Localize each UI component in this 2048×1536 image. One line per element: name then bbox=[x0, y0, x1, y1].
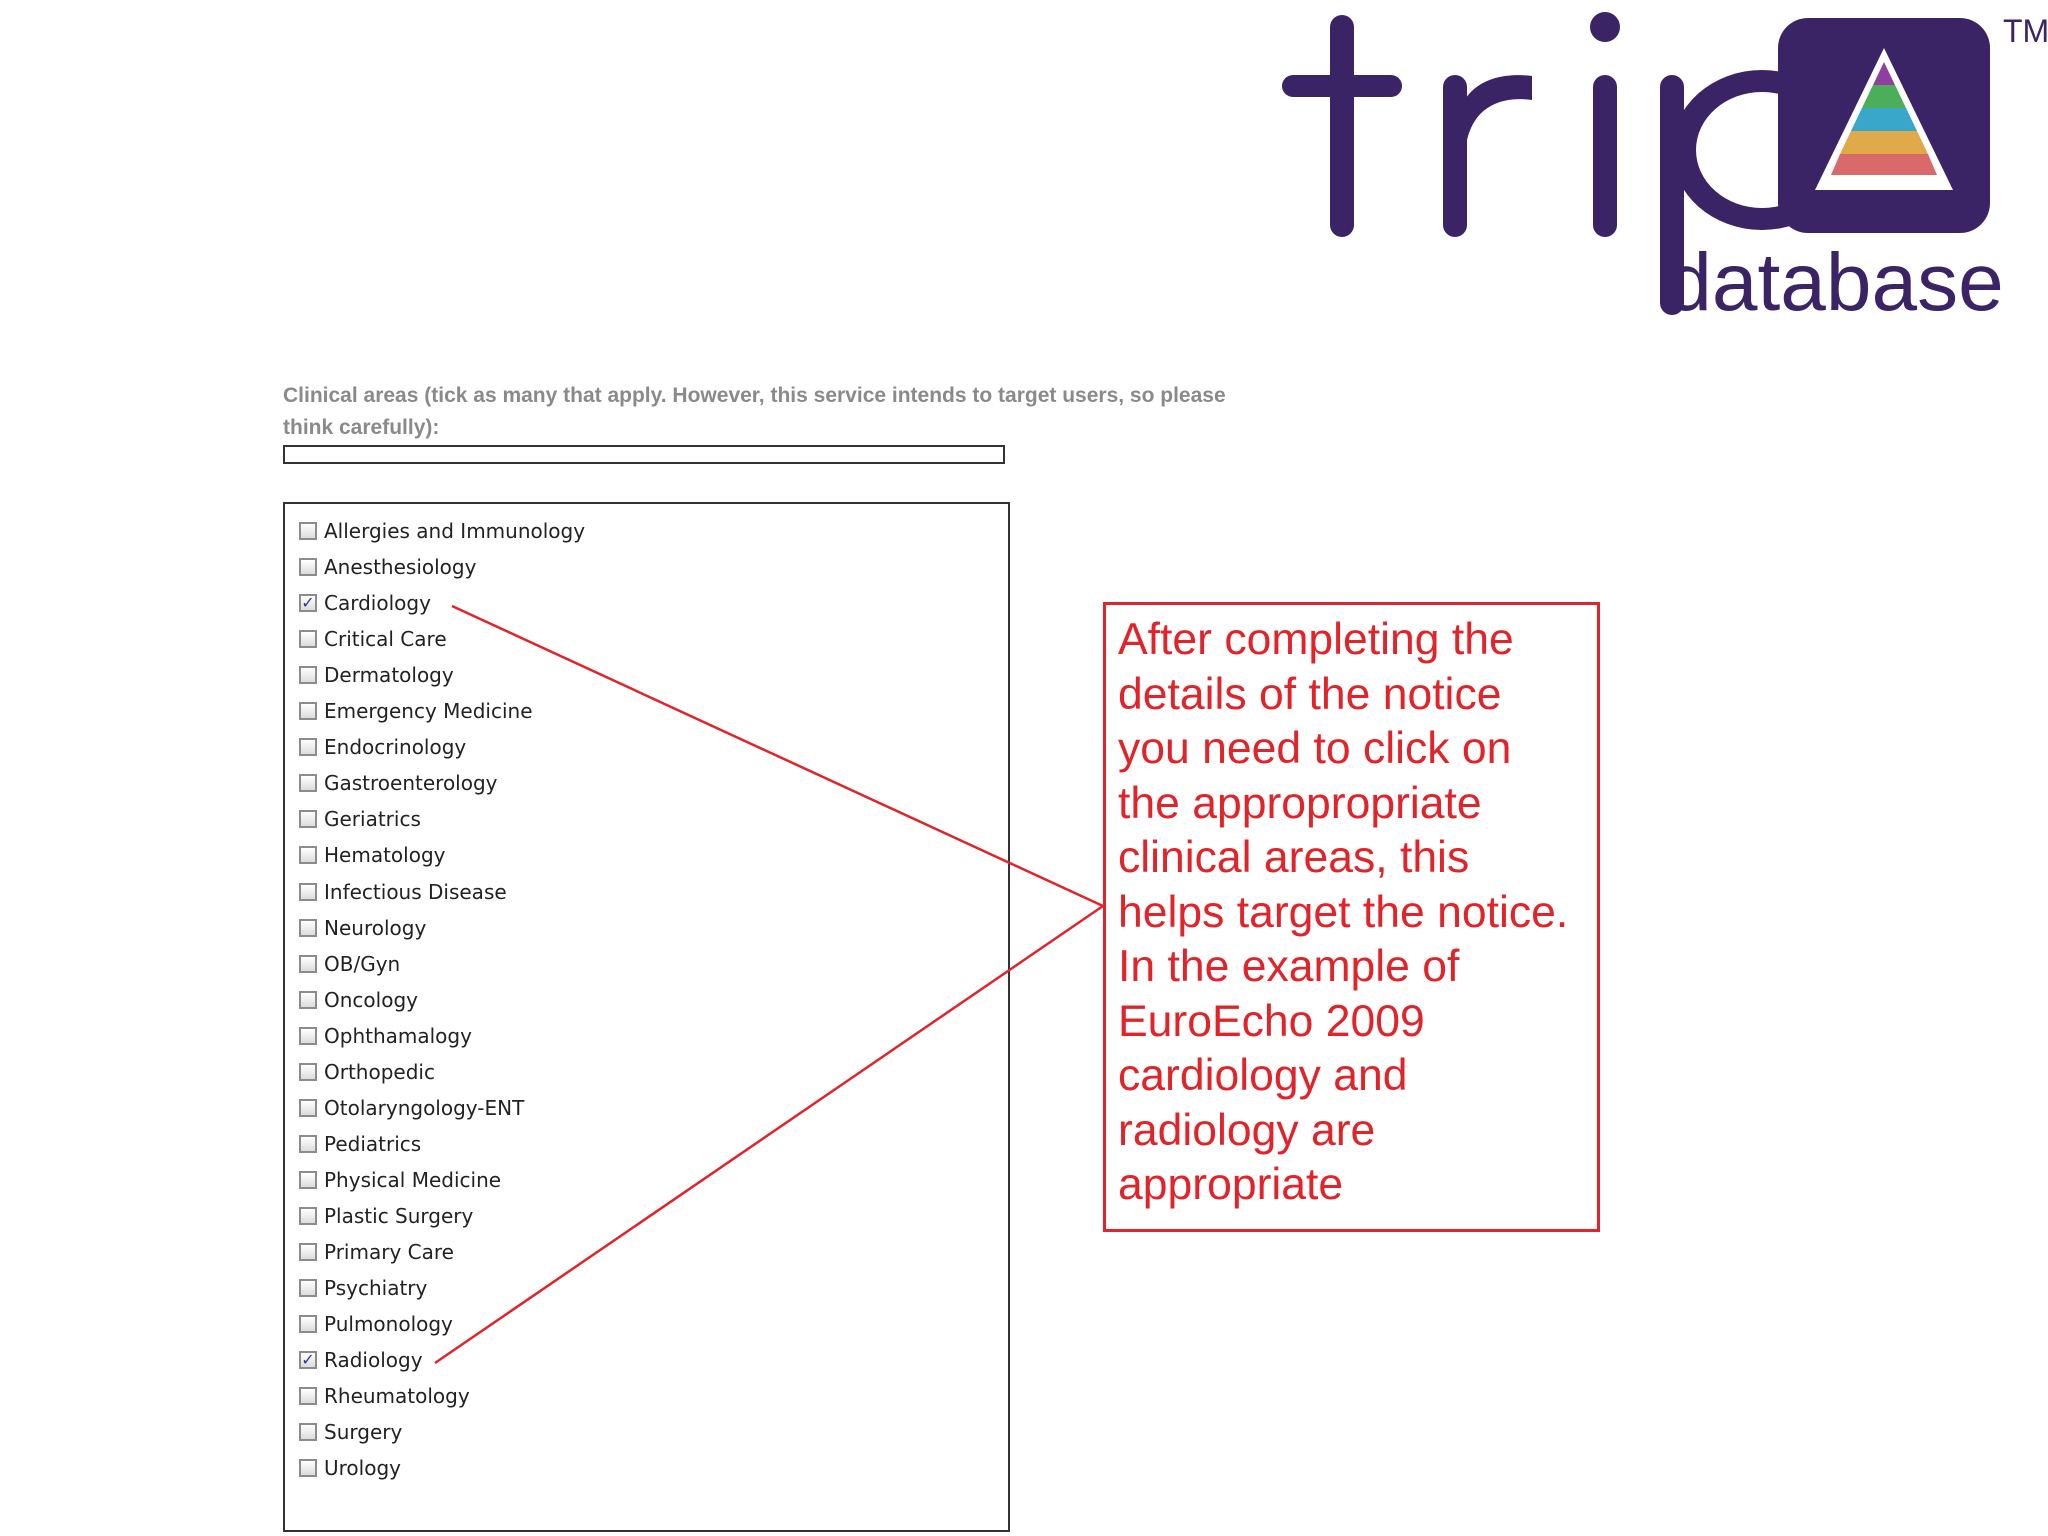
clinical-area-item[interactable]: Surgery bbox=[299, 1417, 402, 1447]
callout-text: After completing the details of the noti… bbox=[1118, 615, 1569, 1209]
clinical-area-checkbox[interactable] bbox=[299, 810, 317, 829]
clinical-area-item[interactable]: Psychiatry bbox=[299, 1273, 427, 1303]
clinical-area-label: Surgery bbox=[324, 1420, 403, 1445]
clinical-area-label: Gastroenterology bbox=[324, 771, 498, 796]
clinical-area-label: Plastic Surgery bbox=[324, 1203, 474, 1228]
clinical-area-item[interactable]: Plastic Surgery bbox=[299, 1201, 473, 1231]
clinical-area-label: Primary Care bbox=[324, 1240, 454, 1264]
clinical-area-checkbox[interactable] bbox=[299, 1206, 317, 1225]
clinical-area-checkbox[interactable] bbox=[299, 1423, 317, 1442]
clinical-areas-instructions: Clinical areas (tick as many that apply.… bbox=[283, 384, 1226, 439]
clinical-area-item[interactable]: Oncology bbox=[299, 985, 418, 1015]
clinical-area-item[interactable]: Ophthamalogy bbox=[299, 1021, 472, 1051]
clinical-area-checkbox[interactable] bbox=[299, 630, 317, 649]
instruction-callout: After completing the details of the noti… bbox=[1103, 602, 1600, 1232]
clinical-area-label: Psychiatry bbox=[324, 1276, 428, 1301]
clinical-area-label: Endocrinology bbox=[324, 735, 467, 760]
clinical-area-label: Allergies and Immunology bbox=[324, 519, 586, 543]
clinical-area-item[interactable]: Infectious Disease bbox=[299, 877, 507, 907]
clinical-area-item[interactable]: Gastroenterology bbox=[299, 768, 498, 798]
clinical-area-label: Geriatrics bbox=[324, 807, 421, 832]
clinical-area-checkbox[interactable] bbox=[299, 882, 317, 901]
clinical-area-item[interactable]: Hematology bbox=[299, 840, 445, 870]
clinical-area-checkbox[interactable] bbox=[299, 1134, 317, 1153]
clinical-area-label: Urology bbox=[324, 1456, 401, 1481]
clinical-area-item[interactable]: Neurology bbox=[299, 913, 426, 943]
clinical-area-checkbox[interactable] bbox=[299, 1170, 317, 1189]
clinical-area-checkbox[interactable] bbox=[299, 702, 317, 721]
pyramid-icon bbox=[1778, 18, 1990, 233]
clinical-area-item[interactable]: ✓ Cardiology bbox=[299, 588, 431, 618]
clinical-area-label: Orthopedic bbox=[324, 1059, 435, 1084]
clinical-area-item[interactable]: Allergies and Immunology bbox=[299, 516, 585, 546]
clinical-area-label: Cardiology bbox=[324, 591, 431, 616]
clinical-area-checkbox[interactable] bbox=[299, 1279, 317, 1298]
clinical-area-label: Pulmonology bbox=[324, 1312, 453, 1337]
clinical-area-checkbox[interactable] bbox=[299, 1062, 317, 1081]
clinical-area-item[interactable]: Orthopedic bbox=[299, 1057, 435, 1087]
clinical-area-label: Rheumatology bbox=[324, 1384, 470, 1409]
clinical-area-item[interactable]: Endocrinology bbox=[299, 732, 466, 762]
clinical-area-checkbox[interactable] bbox=[299, 1459, 317, 1478]
clinical-area-checkbox[interactable]: ✓ bbox=[299, 1351, 317, 1370]
clinical-area-item[interactable]: Dermatology bbox=[299, 660, 454, 690]
clinical-area-item[interactable]: ✓ Radiology bbox=[299, 1345, 423, 1375]
clinical-area-item[interactable]: OB/Gyn bbox=[299, 949, 400, 979]
clinical-area-checkbox[interactable] bbox=[299, 846, 317, 865]
clinical-area-checkbox[interactable] bbox=[299, 738, 317, 757]
clinical-area-checkbox[interactable] bbox=[299, 954, 317, 973]
clinical-area-checkbox[interactable] bbox=[299, 1387, 317, 1406]
clinical-area-label: Critical Care bbox=[324, 627, 447, 652]
clinical-area-label: Pediatrics bbox=[324, 1131, 422, 1156]
clinical-areas-list: Allergies and Immunology Anesthesiology ✓ C… bbox=[283, 502, 1010, 1532]
clinical-area-label: Infectious Disease bbox=[324, 879, 507, 904]
clinical-area-item[interactable]: Anesthesiology bbox=[299, 552, 476, 582]
clinical-area-checkbox[interactable] bbox=[299, 774, 317, 793]
clinical-area-item[interactable]: Rheumatology bbox=[299, 1381, 470, 1411]
notice-text-field[interactable] bbox=[283, 445, 1005, 464]
clinical-area-checkbox[interactable] bbox=[299, 666, 317, 685]
clinical-area-label: Otolaryngology-ENT bbox=[324, 1095, 525, 1120]
clinical-area-item[interactable]: Physical Medicine bbox=[299, 1165, 501, 1195]
clinical-area-checkbox[interactable] bbox=[299, 558, 317, 577]
clinical-area-label: Physical Medicine bbox=[324, 1167, 502, 1192]
trip-database-logo: database TM bbox=[1282, 12, 2048, 328]
clinical-area-checkbox[interactable] bbox=[299, 522, 317, 540]
clinical-area-label: Radiology bbox=[324, 1348, 423, 1373]
clinical-area-label: OB/Gyn bbox=[324, 951, 401, 976]
clinical-area-checkbox[interactable] bbox=[299, 1315, 317, 1334]
clinical-area-item[interactable]: Primary Care bbox=[299, 1237, 454, 1267]
clinical-area-label: Hematology bbox=[324, 843, 446, 868]
clinical-area-label: Emergency Medicine bbox=[324, 699, 533, 724]
clinical-area-label: Anesthesiology bbox=[324, 555, 477, 580]
clinical-area-item[interactable]: Urology bbox=[299, 1453, 401, 1483]
clinical-area-checkbox[interactable]: ✓ bbox=[299, 594, 317, 613]
trademark-mark: TM bbox=[2003, 13, 2048, 49]
clinical-area-checkbox[interactable] bbox=[299, 1098, 317, 1117]
clinical-area-label: Dermatology bbox=[324, 663, 454, 688]
clinical-area-label: Oncology bbox=[324, 987, 418, 1012]
clinical-area-item[interactable]: Geriatrics bbox=[299, 804, 421, 834]
clinical-area-item[interactable]: Pediatrics bbox=[299, 1129, 421, 1159]
clinical-area-label: Ophthamalogy bbox=[324, 1023, 472, 1048]
clinical-area-checkbox[interactable] bbox=[299, 1026, 317, 1045]
clinical-area-checkbox[interactable] bbox=[299, 918, 317, 937]
logo-subword: database bbox=[1666, 237, 2003, 328]
clinical-area-label: Neurology bbox=[324, 915, 427, 940]
clinical-area-item[interactable]: Pulmonology bbox=[299, 1309, 453, 1339]
clinical-area-item[interactable]: Critical Care bbox=[299, 624, 447, 654]
clinical-area-checkbox[interactable] bbox=[299, 990, 317, 1009]
clinical-area-item[interactable]: Emergency Medicine bbox=[299, 696, 533, 726]
clinical-area-item[interactable]: Otolaryngology-ENT bbox=[299, 1093, 524, 1123]
clinical-area-checkbox[interactable] bbox=[299, 1243, 317, 1261]
